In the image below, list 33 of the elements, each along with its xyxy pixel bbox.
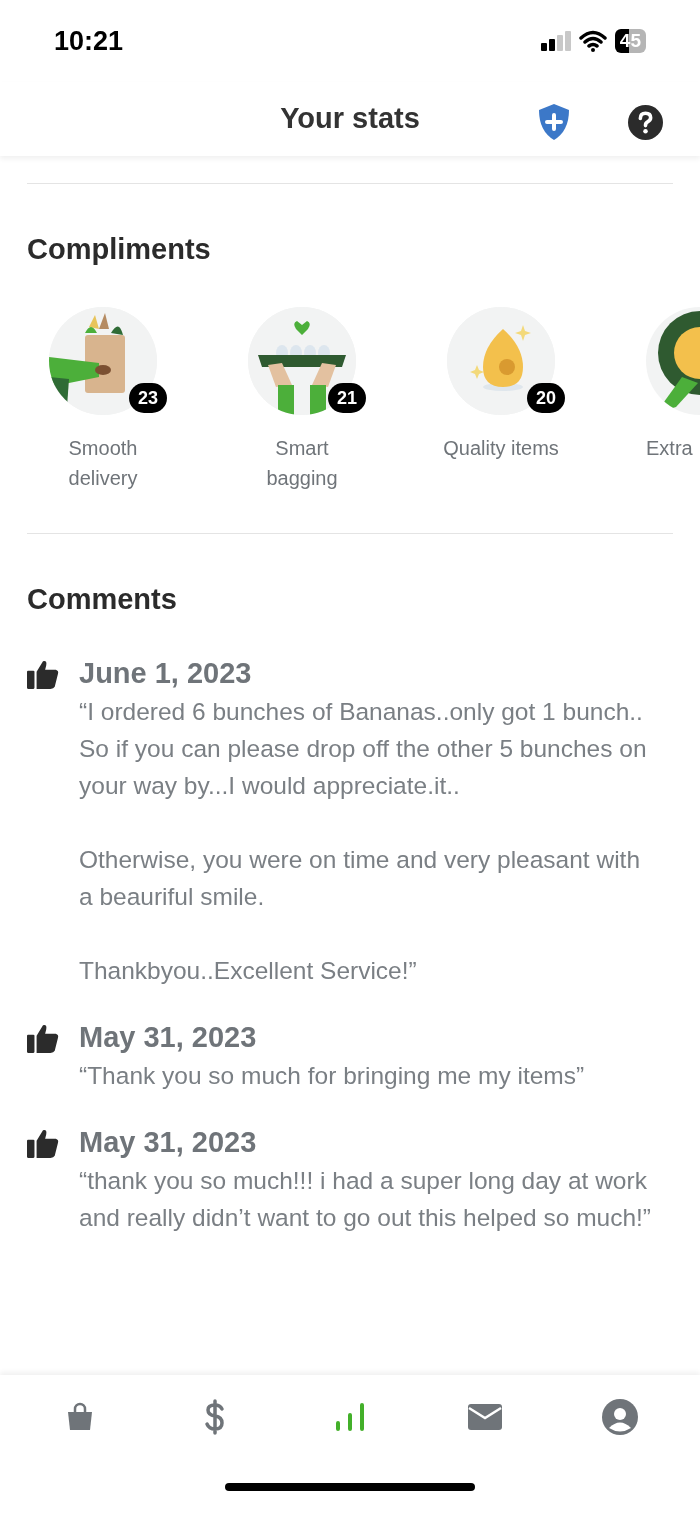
count-badge: 21	[327, 383, 366, 413]
thumbs-up-icon	[27, 1128, 59, 1158]
comment-text: “I ordered 6 bunches of Bananas..only got 1 bunch.. So if you can please drop off the other 5 bunches on your way by...I would appreciate.it..	[79, 697, 648, 801]
comment-text: Thankbyou..Excellent Service!”	[79, 956, 418, 986]
section-title: Compliments	[27, 232, 212, 267]
thumbs-up-icon	[27, 659, 59, 689]
help-icon	[628, 105, 663, 140]
compliment-label: Quality items	[442, 436, 560, 461]
shield-plus-icon	[537, 103, 571, 141]
compliment-label: Extra	[646, 436, 693, 461]
comment-text: “Thank you so much for bringing me my items”	[79, 1061, 586, 1091]
comment-date: May 31, 2023	[79, 1020, 258, 1055]
compliment-label: Smooth delivery	[67, 436, 139, 491]
page-title: Your stats	[280, 101, 420, 137]
status-time: 10:21	[54, 24, 124, 58]
comment-text: “thank you so much!!! i had a super long day at work and really didn’t want to go out this helped so much!”	[79, 1166, 652, 1233]
dollar-icon	[202, 1399, 227, 1435]
compliment-label: Smart bagging	[265, 436, 339, 491]
shopping-bag-icon	[65, 1402, 94, 1432]
shield-button[interactable]	[537, 103, 571, 141]
count-badge: 23	[128, 383, 167, 413]
bar-chart-icon	[333, 1401, 366, 1433]
help-button[interactable]	[628, 105, 663, 140]
comment-date: June 1, 2023	[79, 656, 253, 691]
comment-date: May 31, 2023	[79, 1125, 258, 1160]
thumbs-up-icon	[27, 1023, 59, 1053]
comment-text: Otherwise, you were on time and very pleasant with a beauriful smile.	[79, 845, 642, 912]
profile-icon	[602, 1399, 639, 1435]
section-title: Comments	[27, 582, 178, 617]
envelope-icon	[468, 1404, 503, 1430]
signal-icon	[540, 31, 571, 51]
wifi-icon	[578, 30, 607, 52]
count-badge: 20	[526, 383, 565, 413]
